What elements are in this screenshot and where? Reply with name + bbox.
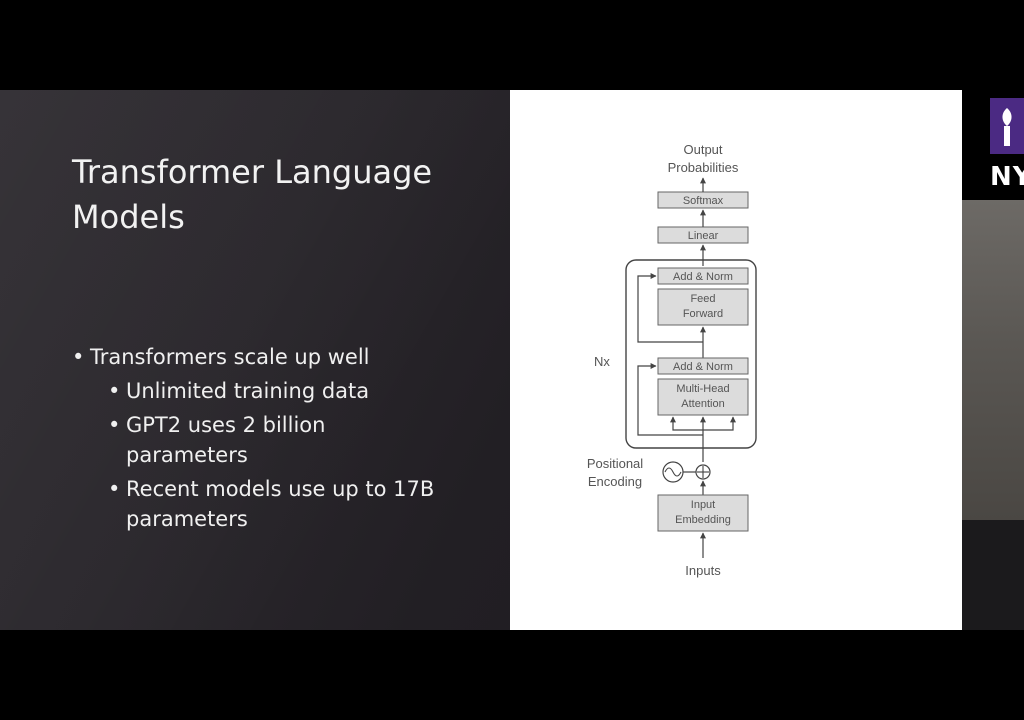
nx-container (625, 259, 757, 449)
input-embedding-line: Input (691, 499, 715, 511)
positional-label-line: Positional (587, 456, 643, 471)
logo-text: NY (990, 162, 1024, 192)
bullet-list: Transformers scale up well Unlimited tra… (72, 342, 502, 534)
university-logo: NY (962, 90, 1024, 200)
nx-label: Nx (594, 354, 610, 369)
output-label-line: Probabilities (668, 160, 739, 175)
multi-head-line: Attention (681, 398, 724, 410)
input-embedding-line: Embedding (675, 514, 731, 526)
sub-bullet-line: Recent models use up to 17B (126, 477, 435, 501)
slide-title: Transformer Language Models (72, 153, 433, 236)
attention-input-path (670, 416, 703, 431)
sine-wave-icon (664, 467, 682, 477)
diagram-svg: Output Probabilities Softmax Linear Add … (587, 142, 757, 578)
feed-forward-line: Feed (690, 293, 715, 305)
multi-head-line: Multi-Head (676, 383, 729, 395)
slide: Transformer Language Models Transformers… (0, 90, 1024, 630)
sub-bullet-line: GPT2 uses 2 billion (126, 413, 326, 437)
sub-bullet-line: Unlimited training data (126, 379, 370, 403)
feed-forward-line: Forward (683, 308, 723, 320)
sub-bullet-item: Recent models use up to 17B parameters (72, 474, 502, 534)
sub-bullet-item: Unlimited training data (72, 376, 502, 406)
transformer-diagram: Output Probabilities Softmax Linear Add … (510, 90, 962, 630)
sub-bullet-line: parameters (126, 443, 248, 467)
bullet-item: Transformers scale up well (72, 342, 502, 372)
sub-bullet-line: parameters (126, 507, 248, 531)
output-label-line: Output (683, 142, 722, 157)
sub-bullet-item: GPT2 uses 2 billion parameters (72, 410, 502, 470)
inputs-label: Inputs (685, 563, 721, 578)
attention-input-path (703, 416, 736, 431)
webcam-feed (962, 200, 1024, 520)
linear-label: Linear (688, 230, 719, 242)
webcam-feed-bottom (962, 520, 1024, 630)
positional-label-line: Encoding (588, 474, 642, 489)
softmax-label: Softmax (683, 195, 724, 207)
add-norm-top-label: Add & Norm (673, 271, 733, 283)
add-norm-bottom-label: Add & Norm (673, 361, 733, 373)
